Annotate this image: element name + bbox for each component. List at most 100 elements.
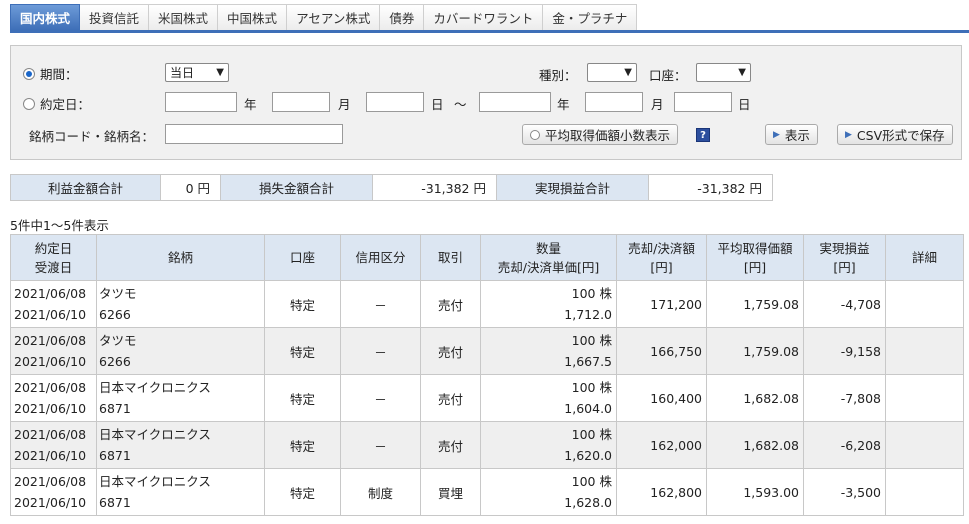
qty-cell: 100 株 1,628.0 [480, 468, 617, 516]
col-pl: 実現損益 [円] [803, 234, 886, 281]
account-cell: 特定 [264, 327, 341, 375]
dates-cell: 2021/06/08 2021/06/10 [10, 421, 97, 469]
results-table: 約定日 受渡日 銘柄 口座 信用区分 取引 数量 売却/決済単価[円] 売却/決済額… [10, 234, 964, 516]
tab-bonds[interactable]: 債券 [380, 4, 425, 31]
account-cell: 特定 [264, 374, 341, 422]
table-row: 2021/06/08 2021/06/10 日本マイクロニクス 6871 特定 － … [10, 374, 964, 422]
detail-cell [885, 327, 964, 375]
col-account: 口座 [264, 234, 341, 281]
name-cell: 日本マイクロニクス 6871 [96, 374, 265, 422]
pl-cell: -6,208 [803, 421, 886, 469]
qty-cell: 100 株 1,604.0 [480, 374, 617, 422]
contract-date-radio[interactable] [23, 97, 35, 110]
avg-decimal-button[interactable]: 平均取得価額小数表示 [522, 124, 679, 145]
table-row: 2021/06/08 2021/06/10 タツモ 6266 特定 － 売付 100… [10, 280, 964, 328]
name-cell: タツモ 6266 [96, 327, 265, 375]
qty-cell: 100 株 1,620.0 [480, 421, 617, 469]
to-month-input[interactable] [585, 92, 643, 112]
table-header: 約定日 受渡日 銘柄 口座 信用区分 取引 数量 売却/決済単価[円] 売却/決済額… [10, 234, 964, 281]
summary-table: 利益金額合計 0 円 損失金額合計 -31,382 円 実現損益合計 -31,3… [10, 174, 773, 201]
dates-cell: 2021/06/08 2021/06/10 [10, 468, 97, 516]
pl-cell: -7,808 [803, 374, 886, 422]
pl-cell: -3,500 [803, 468, 886, 516]
qty-cell: 100 株 1,712.0 [480, 280, 617, 328]
col-name: 銘柄 [96, 234, 265, 281]
avg-cell: 1,593.00 [706, 468, 804, 516]
avg-cell: 1,682.08 [706, 374, 804, 422]
trade-cell: 売付 [420, 280, 481, 328]
period-radio[interactable] [23, 67, 35, 80]
name-cell: タツモ 6266 [96, 280, 265, 328]
to-year-input[interactable] [479, 92, 551, 112]
chevron-down-icon: ▼ [738, 67, 746, 78]
col-qty: 数量 売却/決済単価[円] [480, 234, 617, 281]
detail-cell [885, 374, 964, 422]
tab-asean-stocks[interactable]: アセアン株式 [287, 4, 381, 31]
margin-cell: － [340, 280, 421, 328]
qty-cell: 100 株 1,667.5 [480, 327, 617, 375]
tab-gold-platinum[interactable]: 金・プラチナ [543, 4, 638, 31]
detail-cell [885, 421, 964, 469]
account-label: 口座： [649, 68, 687, 83]
arrow-right-icon: ▶ [773, 129, 780, 140]
margin-cell: － [340, 327, 421, 375]
to-month-unit: 月 [651, 97, 664, 112]
from-day-input[interactable] [366, 92, 424, 112]
period-select[interactable]: 当日 ▼ [165, 63, 229, 82]
amount-cell: 171,200 [616, 280, 707, 328]
tab-us-stocks[interactable]: 米国株式 [149, 4, 219, 31]
period-option[interactable]: 期間： [23, 64, 78, 83]
tab-covered-warrants[interactable]: カバードワラント [424, 4, 544, 31]
result-count: 5件中1～5件表示 [10, 218, 109, 233]
margin-cell: － [340, 421, 421, 469]
account-cell: 特定 [264, 280, 341, 328]
name-cell: 日本マイクロニクス 6871 [96, 468, 265, 516]
col-avg: 平均取得価額 [円] [706, 234, 804, 281]
contract-date-label: 約定日： [40, 97, 91, 112]
csv-save-button[interactable]: ▶ CSV形式で保存 [837, 124, 953, 145]
avg-cell: 1,682.08 [706, 421, 804, 469]
avg-cell: 1,759.08 [706, 280, 804, 328]
trade-cell: 売付 [420, 374, 481, 422]
trade-cell: 買埋 [420, 468, 481, 516]
loss-total-label: 損失金額合計 [220, 174, 373, 201]
pl-cell: -9,158 [803, 327, 886, 375]
table-row: 2021/06/08 2021/06/10 日本マイクロニクス 6871 特定 － … [10, 421, 964, 469]
arrow-right-icon: ▶ [845, 129, 852, 140]
pl-cell: -4,708 [803, 280, 886, 328]
to-day-input[interactable] [674, 92, 732, 112]
detail-cell [885, 280, 964, 328]
from-day-unit: 日 [431, 97, 444, 112]
show-button[interactable]: ▶ 表示 [765, 124, 818, 145]
account-select[interactable]: ▼ [696, 63, 751, 82]
tab-china-stocks[interactable]: 中国株式 [218, 4, 288, 31]
avg-decimal-radio-icon [530, 129, 540, 140]
table-row: 2021/06/08 2021/06/10 タツモ 6266 特定 － 売付 100… [10, 327, 964, 375]
tab-domestic-stocks[interactable]: 国内株式 [10, 4, 81, 31]
contract-date-option[interactable]: 約定日： [23, 94, 90, 113]
realized-total-label: 実現損益合計 [496, 174, 649, 201]
from-month-input[interactable] [272, 92, 330, 112]
margin-cell: 制度 [340, 468, 421, 516]
from-year-input[interactable] [165, 92, 237, 112]
type-label: 種別： [539, 68, 577, 83]
amount-cell: 162,000 [616, 421, 707, 469]
tab-investment-trusts[interactable]: 投資信託 [80, 4, 150, 31]
amount-cell: 160,400 [616, 374, 707, 422]
tab-underline [10, 30, 969, 33]
col-dates: 約定日 受渡日 [10, 234, 97, 281]
col-trade: 取引 [420, 234, 481, 281]
range-tilde: ～ [454, 97, 467, 112]
period-label: 期間： [40, 67, 78, 82]
dates-cell: 2021/06/08 2021/06/10 [10, 374, 97, 422]
col-amount: 売却/決済額 [円] [616, 234, 707, 281]
margin-cell: － [340, 374, 421, 422]
code-input[interactable] [165, 124, 343, 144]
help-icon[interactable]: ? [696, 128, 710, 142]
name-cell: 日本マイクロニクス 6871 [96, 421, 265, 469]
avg-cell: 1,759.08 [706, 327, 804, 375]
trade-cell: 売付 [420, 327, 481, 375]
detail-cell [885, 468, 964, 516]
type-select[interactable]: ▼ [587, 63, 637, 82]
chevron-down-icon: ▼ [216, 67, 224, 78]
